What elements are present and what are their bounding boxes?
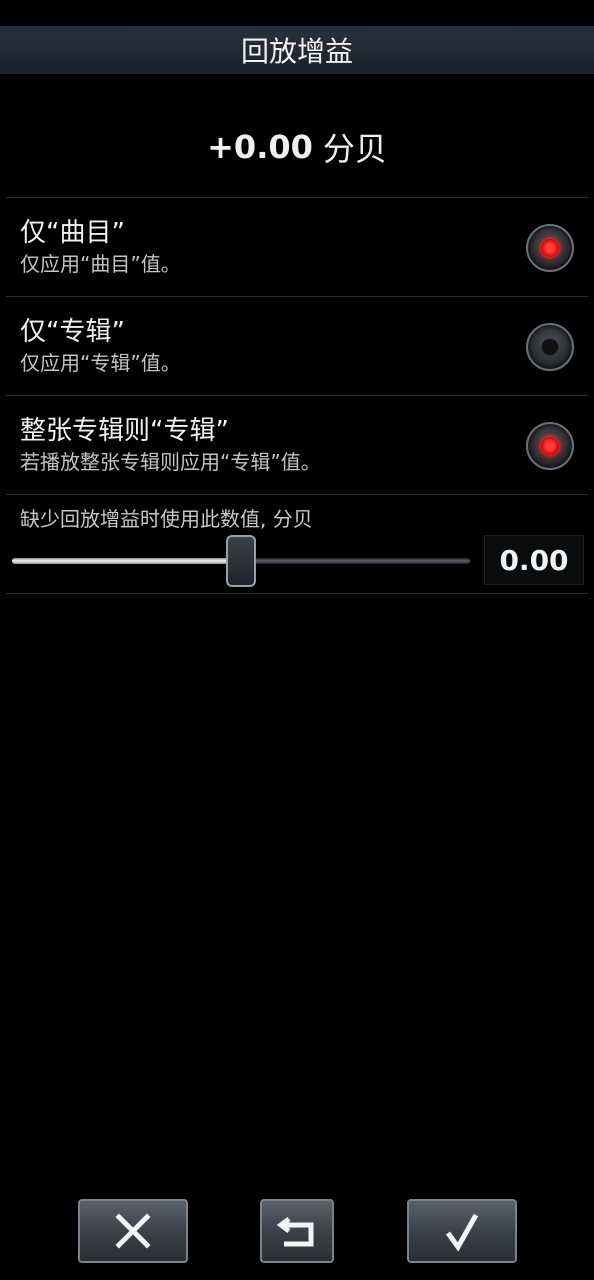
option-title: 仅“专辑” (20, 317, 125, 347)
radio-album-only[interactable] (526, 323, 574, 371)
page-title: 回放增益 (240, 35, 353, 68)
slider-fill (12, 558, 241, 564)
undo-icon (276, 1217, 314, 1247)
gain-unit: 分贝 (322, 130, 387, 168)
confirm-button[interactable] (407, 1199, 517, 1263)
divider (6, 494, 588, 495)
check-icon (445, 1213, 479, 1252)
fallback-gain-value[interactable]: 0.00 (484, 535, 584, 585)
replay-gain-screen: 回放增益 +0.00 分贝 仅“曲目” 仅应用“曲目”值。 仅“专辑” 仅应用“… (0, 0, 594, 1280)
cancel-button[interactable] (78, 1199, 188, 1263)
option-title: 仅“曲目” (20, 218, 125, 248)
option-title: 整张专辑则“专辑” (20, 416, 229, 446)
slider-thumb[interactable] (226, 535, 256, 587)
gain-readout: +0.00 分贝 (0, 120, 594, 174)
radio-track-only[interactable] (526, 224, 574, 272)
option-subtitle: 若播放整张专辑则应用“专辑”值。 (20, 450, 321, 474)
radio-album-if-whole[interactable] (526, 422, 574, 470)
option-subtitle: 仅应用“专辑”值。 (20, 351, 181, 375)
option-album-only[interactable]: 仅“专辑” 仅应用“专辑”值。 (0, 297, 594, 395)
reset-button[interactable] (260, 1199, 334, 1263)
divider (6, 593, 588, 594)
option-track-only[interactable]: 仅“曲目” 仅应用“曲目”值。 (0, 198, 594, 296)
title-bar: 回放增益 (0, 26, 594, 74)
gain-value: +0.00 (207, 128, 313, 166)
option-subtitle: 仅应用“曲目”值。 (20, 252, 181, 276)
close-icon (115, 1213, 151, 1249)
option-album-if-whole[interactable]: 整张专辑则“专辑” 若播放整张专辑则应用“专辑”值。 (0, 396, 594, 494)
fallback-gain-label: 缺少回放增益时使用此数值, 分贝 (20, 507, 313, 531)
